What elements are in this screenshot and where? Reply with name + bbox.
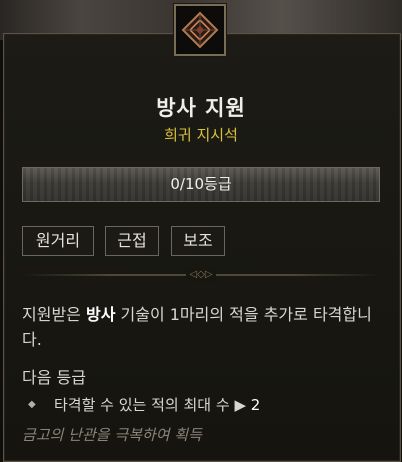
divider-ornament-icon: ◁◇▷ <box>186 268 216 282</box>
bullet-diamond-icon: ◆ <box>28 399 36 410</box>
next-rank-stat-text: 타격할 수 있는 적의 최대 수 <box>54 396 230 414</box>
description-part1: 지원받은 <box>22 305 86 324</box>
rank-text: 0/10등급 <box>170 175 232 193</box>
skill-emblem-icon <box>174 4 226 56</box>
next-rank-stat: ◆ 타격할 수 있는 적의 최대 수 ▶ 2 <box>22 394 382 416</box>
skill-title: 방사 지원 <box>156 96 246 120</box>
skill-description: 지원받은 방사 기술이 1마리의 적을 추가로 타격합니다. <box>22 302 382 352</box>
description-keyword: 방사 <box>85 305 116 324</box>
next-rank-stat-value: 2 <box>250 396 261 414</box>
arrow-right-icon: ▶ <box>234 396 246 414</box>
tag-ranged: 원거리 <box>22 226 94 256</box>
tag-support: 보조 <box>171 226 225 256</box>
acquisition-source: 금고의 난관을 극복하여 획득 <box>22 426 202 444</box>
rank-bar: 0/10등급 <box>22 167 380 202</box>
next-rank-stat-line: 타격할 수 있는 적의 최대 수 ▶ 2 <box>54 394 260 416</box>
skill-rarity-subtitle: 희귀 지시석 <box>164 126 238 144</box>
next-rank-label: 다음 등급 <box>22 368 86 387</box>
tag-melee: 근접 <box>105 226 159 256</box>
